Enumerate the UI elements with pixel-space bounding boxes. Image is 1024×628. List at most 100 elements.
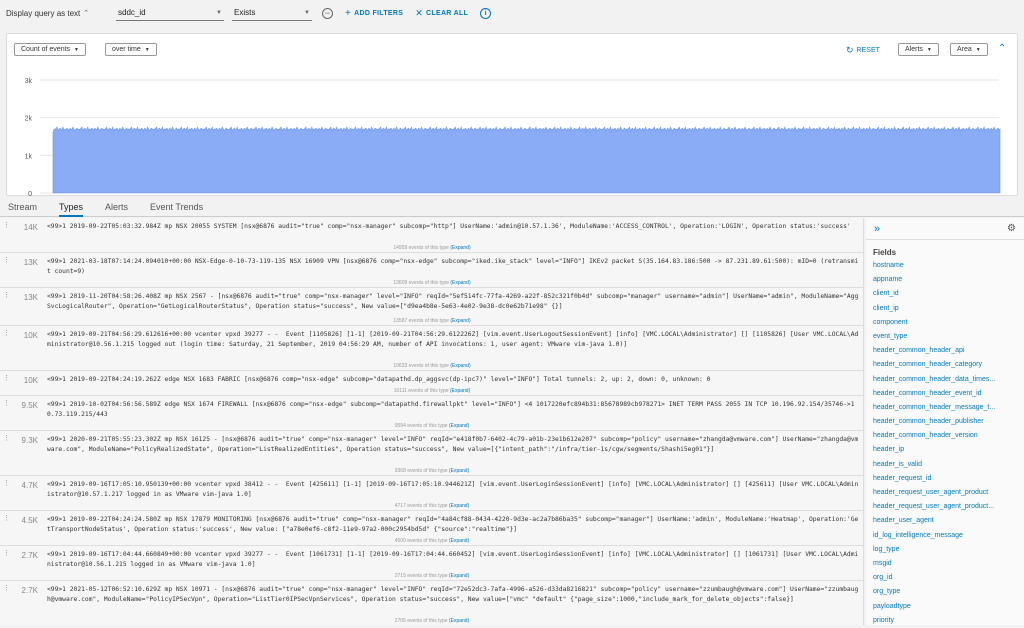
tab-stream[interactable]: Stream: [8, 199, 37, 217]
y-tick-label: 3k: [25, 78, 33, 85]
chart-type-dropdown[interactable]: Area ▼: [950, 43, 988, 56]
event-count-area[interactable]: [52, 126, 1001, 194]
time-dropdown-label: over time: [112, 46, 141, 53]
expand-link[interactable]: (Expand): [450, 388, 470, 394]
field-select[interactable]: sddc_id ▼: [116, 5, 224, 21]
expand-link[interactable]: (Expand): [449, 468, 469, 474]
field-item[interactable]: component: [866, 316, 1006, 330]
event-type-row[interactable]: ⋮ 13K <99>1 2019-11-20T04:58:26.408Z mp NS…: [0, 288, 863, 326]
field-item[interactable]: event_type: [866, 330, 1006, 344]
fields-title: Fields: [873, 248, 897, 257]
event-type-row[interactable]: ⋮ 9.3K <99>1 2020-09-21T05:55:23.302Z mp N…: [0, 431, 863, 476]
expand-link[interactable]: (Expand): [449, 618, 469, 624]
field-item[interactable]: client_id: [866, 287, 1006, 301]
field-item[interactable]: msgid: [866, 557, 1006, 571]
field-item[interactable]: org_type: [866, 585, 1006, 599]
event-message: <99>1 2019-11-20T04:58:26.408Z mp NSX 25…: [47, 293, 859, 310]
field-item[interactable]: header_request_id: [866, 472, 1006, 486]
operator-select[interactable]: Exists ▼: [232, 5, 312, 21]
add-filters-button[interactable]: + ADD FILTERS: [345, 8, 403, 19]
event-type-row[interactable]: ⋮ 2.7K <99>1 2021-05-12T06:52:10.629Z mp N…: [0, 581, 863, 625]
field-item[interactable]: header_common_header_version: [866, 429, 1006, 443]
reset-label: RESET: [856, 47, 880, 54]
event-count: 2.7K: [21, 551, 38, 560]
event-footer-count: 10111 events of this type: [393, 388, 449, 394]
field-item[interactable]: log_type: [866, 543, 1006, 557]
field-item[interactable]: header_request_user_agent_product...: [866, 500, 1006, 514]
expand-link[interactable]: (Expand): [449, 573, 469, 579]
time-dropdown[interactable]: over time ▼: [105, 43, 157, 56]
expand-link[interactable]: (Expand): [449, 503, 469, 509]
y-tick-label: 1k: [25, 153, 33, 160]
field-item[interactable]: header_common_header_category: [866, 358, 1006, 372]
event-type-row[interactable]: ⋮ 4.5K <99>1 2019-09-22T04:24:24.580Z mp N…: [0, 511, 863, 546]
tab-types[interactable]: Types: [59, 199, 84, 217]
alerts-dropdown-label: Alerts: [905, 46, 923, 53]
event-footer-count: 2715 events of this type: [394, 573, 448, 579]
event-footer: 2715 events of this type (Expand): [0, 573, 863, 579]
event-count: 2.7K: [21, 586, 38, 595]
field-item[interactable]: client_ip: [866, 302, 1006, 316]
fields-panel-header: » ⚙: [866, 218, 1024, 240]
event-type-row[interactable]: ⋮ 10K <99>1 2019-09-22T04:24:19.262Z edge …: [0, 371, 863, 396]
reset-button[interactable]: ↻ RESET: [846, 45, 880, 56]
query-mode-toggle[interactable]: Display query as text ⌃: [6, 9, 110, 18]
field-item[interactable]: id_log_intelligence_message: [866, 529, 1006, 543]
remove-filter-icon[interactable]: −: [322, 7, 333, 19]
event-footer: 2705 events of this type (Expand): [0, 618, 863, 624]
chart-panel: Count of events ▼ over time ▼ ↻ RESET Al…: [6, 33, 1018, 196]
event-count: 9.3K: [21, 436, 38, 445]
event-type-row[interactable]: ⋮ 10K <99>1 2019-09-21T04:56:29.612616+00:…: [0, 326, 863, 371]
chevron-down-icon: ▼: [216, 9, 222, 16]
field-item[interactable]: header_common_header_message_t...: [866, 401, 1006, 415]
field-item[interactable]: header_request_user_agent_product: [866, 486, 1006, 500]
field-item[interactable]: appname: [866, 273, 1006, 287]
field-item[interactable]: header_is_valid: [866, 458, 1006, 472]
clear-all-button[interactable]: ✕ CLEAR ALL: [415, 8, 468, 19]
field-item[interactable]: header_user_agent: [866, 514, 1006, 528]
y-tick-label: 0: [28, 191, 32, 196]
query-bar: Display query as text ⌃ sddc_id ▼ Exists…: [0, 0, 1024, 26]
event-count: 4.7K: [21, 481, 38, 490]
field-item[interactable]: header_common_header_event_id: [866, 387, 1006, 401]
event-type-row[interactable]: ⋮ 2.7K <99>1 2019-09-16T17:04:44.660849+00…: [0, 546, 863, 581]
collapse-chart-icon[interactable]: ⌃: [998, 43, 1006, 54]
event-message: <99>1 2021-05-12T06:52:10.629Z mp NSX 10…: [47, 586, 859, 603]
field-item[interactable]: payloadtype: [866, 600, 1006, 614]
event-types-list: ⋮ 14K <99>1 2019-09-22T05:03:32.984Z mp NS…: [0, 218, 864, 625]
expand-link[interactable]: (Expand): [450, 280, 470, 286]
chevron-down-icon: ▼: [144, 46, 150, 53]
chevron-down-icon: ▼: [975, 46, 981, 53]
field-item[interactable]: priority: [866, 614, 1006, 628]
event-type-row[interactable]: ⋮ 4.7K <99>1 2019-09-16T17:05:10.950139+00…: [0, 476, 863, 511]
tab-alerts[interactable]: Alerts: [105, 199, 128, 217]
refresh-icon: ↻: [846, 45, 854, 55]
alerts-dropdown[interactable]: Alerts ▼: [898, 43, 939, 56]
event-count: 4.5K: [21, 516, 38, 525]
field-item[interactable]: header_common_header_data_times...: [866, 373, 1006, 387]
expand-link[interactable]: (Expand): [449, 538, 469, 544]
expand-link[interactable]: (Expand): [449, 423, 469, 429]
info-icon[interactable]: i: [480, 7, 492, 19]
field-item[interactable]: hostname: [866, 259, 1006, 273]
expand-link[interactable]: (Expand): [450, 363, 470, 369]
metric-dropdown[interactable]: Count of events ▼: [14, 43, 86, 56]
event-type-row[interactable]: ⋮ 14K <99>1 2019-09-22T05:03:32.984Z mp NS…: [0, 218, 863, 253]
field-item[interactable]: header_common_header_publisher: [866, 415, 1006, 429]
event-type-row[interactable]: ⋮ 13K <99>1 2021-03-18T07:14:24.094010+00:…: [0, 253, 863, 288]
field-item[interactable]: header_ip: [866, 443, 1006, 457]
gear-icon[interactable]: ⚙: [1007, 223, 1016, 234]
expand-panel-icon[interactable]: »: [874, 223, 880, 235]
event-type-row[interactable]: ⋮ 9.5K <99>1 2019-10-02T04:56:56.589Z edge…: [0, 396, 863, 431]
event-count: 13K: [23, 258, 38, 267]
tab-event-trends[interactable]: Event Trends: [150, 199, 203, 217]
event-message: <99>1 2019-09-22T04:24:19.262Z edge NSX …: [47, 376, 711, 383]
chart-type-dropdown-label: Area: [957, 46, 972, 53]
field-item[interactable]: org_id: [866, 571, 1006, 585]
plus-icon: +: [345, 7, 352, 19]
expand-link[interactable]: (Expand): [450, 245, 470, 251]
event-footer-count: 9594 events of this type: [394, 423, 448, 429]
expand-link[interactable]: (Expand): [450, 318, 470, 324]
field-item[interactable]: header_common_header_api: [866, 344, 1006, 358]
operator-select-value: Exists: [234, 8, 256, 17]
